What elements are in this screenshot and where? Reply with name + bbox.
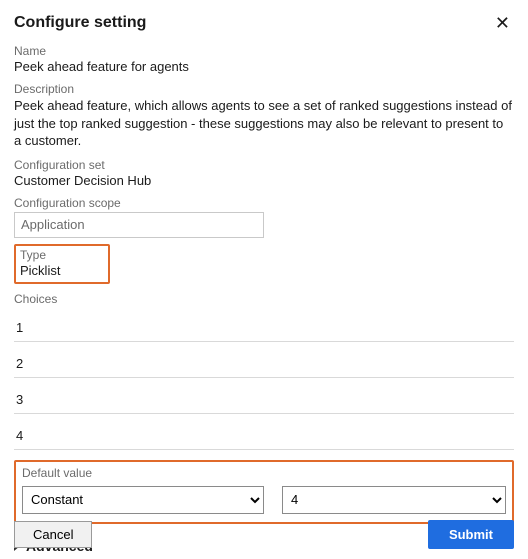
choice-row: 2 — [14, 342, 514, 378]
type-label: Type — [20, 248, 104, 262]
choice-row: 1 — [14, 306, 514, 342]
choices-label: Choices — [14, 292, 514, 306]
description-value: Peek ahead feature, which allows agents … — [14, 97, 514, 150]
name-label: Name — [14, 44, 514, 58]
config-set-label: Configuration set — [14, 158, 514, 172]
submit-button[interactable]: Submit — [428, 520, 514, 549]
default-kind-select[interactable]: Constant — [22, 486, 264, 514]
config-set-value: Customer Decision Hub — [14, 173, 514, 188]
type-highlight: Type Picklist — [14, 244, 110, 284]
default-value-label: Default value — [22, 466, 506, 480]
dialog-header: Configure setting ✕ — [14, 12, 514, 34]
choices-section: Choices 1 2 3 4 — [14, 292, 514, 450]
name-value: Peek ahead feature for agents — [14, 59, 514, 74]
choice-row: 4 — [14, 414, 514, 450]
cancel-button[interactable]: Cancel — [14, 521, 92, 548]
config-scope-input[interactable] — [14, 212, 264, 238]
choice-row: 3 — [14, 378, 514, 414]
type-value: Picklist — [20, 263, 104, 278]
default-value-select[interactable]: 4 — [282, 486, 506, 514]
default-value-highlight: Default value Constant 4 — [14, 460, 514, 524]
description-label: Description — [14, 82, 514, 96]
dialog-title: Configure setting — [14, 14, 146, 32]
dialog-footer: Cancel Submit — [14, 520, 514, 549]
config-scope-label: Configuration scope — [14, 196, 514, 210]
close-icon[interactable]: ✕ — [491, 12, 514, 34]
